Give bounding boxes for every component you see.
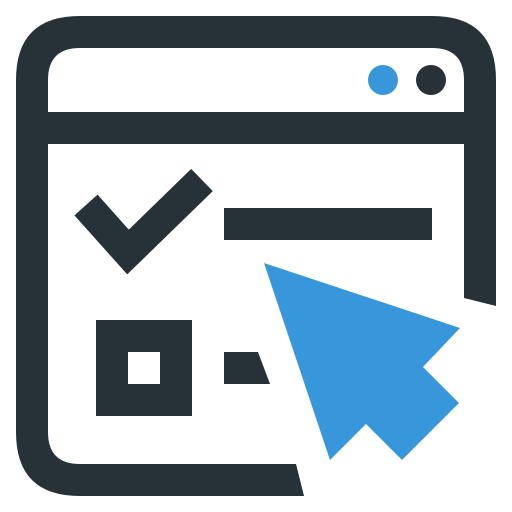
empty-checkbox-icon	[96, 320, 192, 416]
icon-canvas	[0, 0, 512, 512]
checked-item-line	[224, 208, 432, 240]
checkmark-icon	[74, 168, 213, 275]
cursor-arrow-icon	[264, 263, 460, 460]
unchecked-item-line	[224, 352, 270, 384]
window-dot-blue-icon	[368, 65, 398, 95]
window-title-bar-divider	[48, 112, 464, 144]
window-dot-dark-icon	[416, 65, 446, 95]
web-form-checklist-icon	[16, 16, 496, 496]
